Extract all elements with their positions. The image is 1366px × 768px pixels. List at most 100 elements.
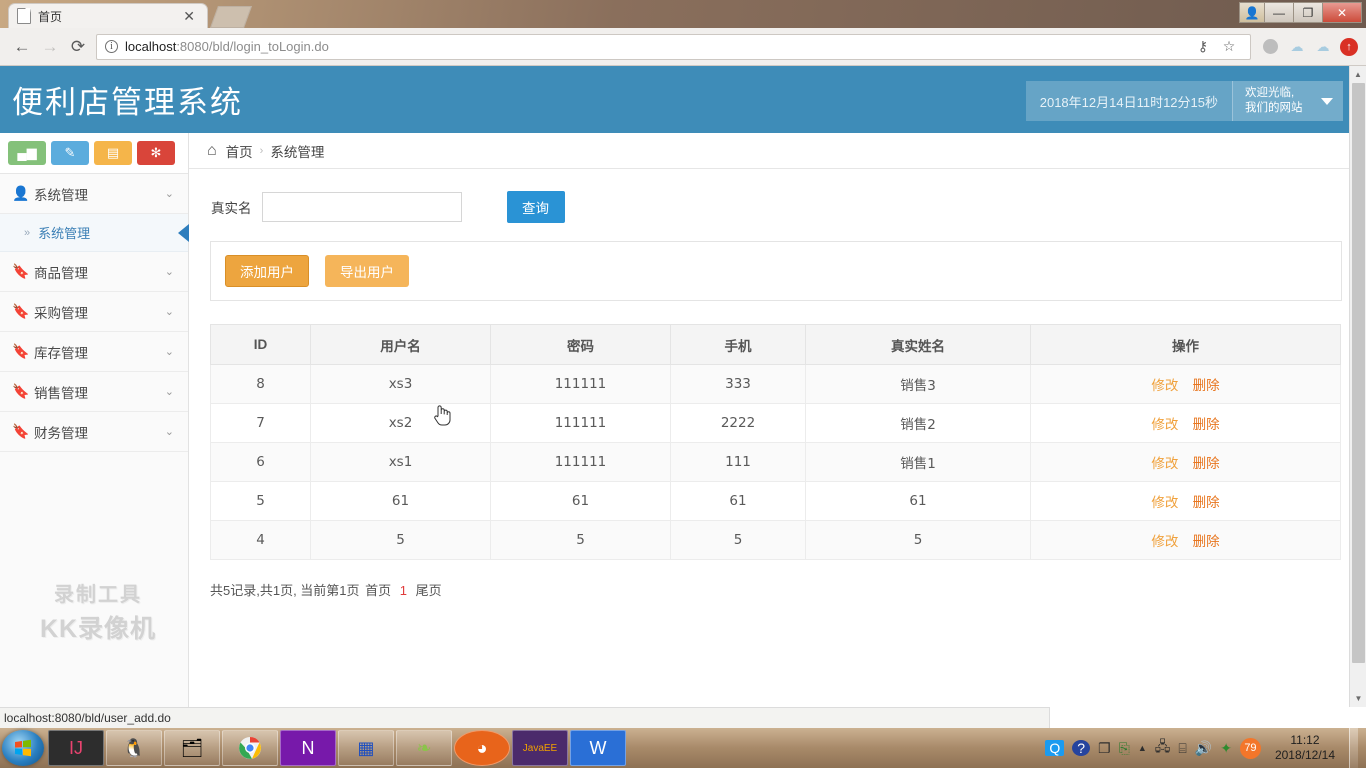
cell-realname: 销售2 — [805, 403, 1031, 443]
chevron-down-icon[interactable]: ⌄ — [165, 305, 174, 318]
taskbar-item-onenote[interactable]: N — [280, 730, 336, 766]
delete-link[interactable]: 删除 — [1193, 378, 1220, 394]
show-desktop-button[interactable] — [1349, 728, 1358, 768]
delete-link[interactable]: 删除 — [1193, 495, 1220, 511]
sidebar-item-sales[interactable]: 🔖 销售管理 ⌄ — [0, 372, 188, 412]
back-icon[interactable]: ← — [8, 37, 36, 57]
table-header-row: ID 用户名 密码 手机 真实姓名 操作 — [210, 324, 1341, 365]
col-password: 密码 — [490, 324, 671, 365]
sidebar-item-finance[interactable]: 🔖 财务管理 ⌄ — [0, 412, 188, 452]
taskbar: IJ 🐧 🗂 N ▦ ❧ ◕ JavaEE W Q ? ❐ ⎘ ▲ 🖧 ⌸ 🔊 … — [0, 728, 1366, 768]
forward-icon[interactable]: → — [36, 37, 64, 57]
sidebar-item-label: 商品管理 — [34, 265, 88, 281]
taskbar-item-panda-browser[interactable]: ◕ — [454, 730, 510, 766]
qq-tray-icon[interactable]: Q — [1045, 740, 1065, 756]
cloud-sync-icon[interactable]: ☁ — [1284, 39, 1310, 55]
address-bar[interactable]: i localhost :8080/bld/login_toLogin.do ⚷… — [96, 33, 1251, 60]
help-tray-icon[interactable]: ? — [1072, 740, 1091, 756]
upload-extension-icon[interactable]: ↑ — [1340, 37, 1358, 56]
volume-tray-icon[interactable]: 🔊 — [1195, 740, 1212, 757]
scrollbar-thumb[interactable] — [1352, 83, 1365, 663]
delete-link[interactable]: 删除 — [1193, 534, 1220, 550]
taskbar-item-java-ee-ide[interactable]: JavaEE — [512, 730, 568, 766]
edit-link[interactable]: 修改 — [1151, 534, 1178, 550]
edit-link[interactable]: 修改 — [1151, 456, 1178, 472]
cloud-upload-icon[interactable]: ☁ — [1310, 39, 1336, 55]
expand-tray-icon[interactable]: ▲ — [1138, 743, 1147, 753]
cell-phone: 111 — [670, 442, 806, 482]
taskbar-item-intellij-idea[interactable]: IJ — [48, 730, 104, 766]
plug-tray-icon[interactable]: ⌸ — [1178, 740, 1186, 757]
user-profile-button[interactable]: 👤 — [1239, 2, 1265, 23]
notification-badge[interactable]: 79 — [1239, 737, 1261, 759]
site-info-icon[interactable]: i — [105, 40, 118, 53]
sidebar-subitem-system[interactable]: » 系统管理 — [0, 214, 189, 252]
taskbar-item-wps[interactable]: W — [570, 730, 626, 766]
cell-username: xs3 — [310, 364, 491, 404]
new-tab-button[interactable] — [209, 6, 253, 28]
chevron-down-icon[interactable]: ⌄ — [165, 385, 174, 398]
security-shield-icon[interactable]: ✦ — [1220, 740, 1232, 757]
delete-link[interactable]: 删除 — [1193, 417, 1220, 433]
table-row: 7 xs2 111111 2222 销售2 修改 删除 — [210, 403, 1341, 443]
password-key-icon[interactable]: ⚷ — [1190, 38, 1216, 55]
edit-link[interactable]: 修改 — [1151, 417, 1178, 433]
taskbar-item-chrome[interactable] — [222, 730, 278, 766]
sidebar-item-system[interactable]: 👤 系统管理 ⌄ — [0, 174, 188, 214]
tab-close-icon[interactable]: ✕ — [179, 9, 199, 23]
usb-tray-icon[interactable]: ⎘ — [1119, 740, 1130, 757]
export-user-button[interactable]: 导出用户 — [325, 255, 409, 287]
network-tray-icon[interactable]: 🖧 — [1155, 736, 1171, 760]
taskbar-item-mysql[interactable]: ❧ — [396, 730, 452, 766]
query-button[interactable]: 查询 — [506, 191, 565, 223]
extension-circle-icon[interactable] — [1263, 39, 1278, 54]
user-menu[interactable]: 欢迎光临, 我们的网站 — [1233, 81, 1343, 121]
taskbar-clock[interactable]: 11:12 2018/12/14 — [1269, 733, 1335, 763]
close-button[interactable]: ✕ — [1322, 2, 1362, 23]
header-right-panel: 2018年12月14日11时12分15秒 欢迎光临, 我们的网站 — [1025, 81, 1343, 121]
bookmark-star-icon[interactable]: ☆ — [1216, 38, 1242, 55]
pencil-icon[interactable]: ✎ — [51, 141, 89, 165]
user-icon: 👤 — [12, 185, 30, 201]
chevron-down-icon[interactable]: ⌄ — [165, 187, 174, 200]
scroll-up-icon[interactable]: ▲ — [1350, 66, 1366, 83]
taskbar-item-qq[interactable]: 🐧 — [106, 730, 162, 766]
chevron-down-icon[interactable]: ⌄ — [165, 345, 174, 358]
sidebar-item-inventory[interactable]: 🔖 库存管理 ⌄ — [0, 332, 188, 372]
chevron-down-icon[interactable]: ⌄ — [165, 425, 174, 438]
col-id: ID — [210, 324, 311, 365]
minimize-button[interactable]: — — [1264, 2, 1294, 23]
chart-icon[interactable]: ▄▆ — [8, 141, 46, 165]
edit-link[interactable]: 修改 — [1151, 378, 1178, 394]
start-button[interactable] — [2, 730, 44, 766]
reload-icon[interactable]: ⟳ — [64, 37, 92, 57]
chevron-down-icon[interactable]: ⌄ — [165, 265, 174, 278]
maximize-button[interactable]: ❐ — [1293, 2, 1323, 23]
sidebar-item-purchase[interactable]: 🔖 采购管理 ⌄ — [0, 292, 188, 332]
col-realname: 真实姓名 — [805, 324, 1031, 365]
show-hidden-icons-icon[interactable]: ❐ — [1098, 740, 1111, 757]
realname-input[interactable] — [261, 192, 462, 222]
breadcrumb-home[interactable]: 首页 — [226, 141, 253, 161]
recorder-watermark: 录制工具 KK录像机 — [18, 578, 178, 645]
gift-icon[interactable]: ▤ — [94, 141, 132, 165]
browser-tab[interactable]: 首页 ✕ — [8, 3, 208, 28]
last-page-link[interactable]: 尾页 — [416, 583, 442, 598]
cell-password: 111111 — [490, 442, 671, 482]
action-toolbar: 添加用户 导出用户 — [210, 241, 1342, 301]
add-user-button[interactable]: 添加用户 — [225, 255, 309, 287]
chevron-down-icon[interactable] — [1321, 98, 1333, 105]
scroll-down-icon[interactable]: ▼ — [1350, 690, 1366, 707]
delete-link[interactable]: 删除 — [1193, 456, 1220, 472]
status-bar: localhost:8080/bld/user_add.do — [0, 707, 1050, 728]
page-viewport: 便利店管理系统 2018年12月14日11时12分15秒 欢迎光临, 我们的网站… — [0, 66, 1366, 707]
gears-icon[interactable]: ✻ — [137, 141, 175, 165]
sidebar-item-goods[interactable]: 🔖 商品管理 ⌄ — [0, 252, 188, 292]
taskbar-item-file-explorer[interactable]: 🗂 — [164, 730, 220, 766]
sidebar-item-label: 采购管理 — [34, 305, 88, 321]
first-page-link[interactable]: 首页 — [365, 583, 391, 598]
col-username: 用户名 — [310, 324, 491, 365]
edit-link[interactable]: 修改 — [1151, 495, 1178, 511]
taskbar-item-navicat[interactable]: ▦ — [338, 730, 394, 766]
page-scrollbar[interactable]: ▲ ▼ — [1349, 66, 1366, 707]
